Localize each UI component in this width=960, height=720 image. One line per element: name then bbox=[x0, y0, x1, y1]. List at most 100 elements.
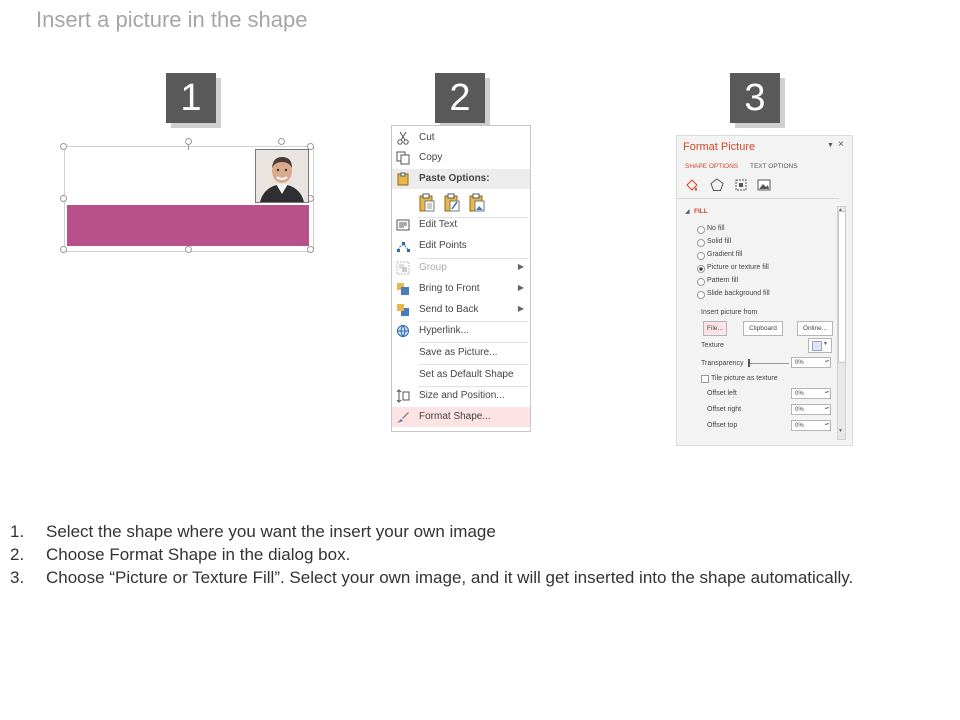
rotation-stem bbox=[188, 145, 189, 150]
transparency-label: Transparency bbox=[701, 360, 744, 367]
list-item: 2. Choose Format Shape in the dialog box. bbox=[10, 545, 853, 568]
insert-picture-from-label: Insert picture from bbox=[701, 309, 758, 316]
menu-item-hyperlink[interactable]: Hyperlink... bbox=[392, 321, 530, 341]
texture-label: Texture bbox=[701, 342, 724, 349]
offset-left-spinner[interactable]: 0% bbox=[791, 388, 831, 399]
format-picture-pane: Format Picture ▼ × SHAPE OPTIONS TEXT OP… bbox=[676, 135, 853, 446]
list-item: 1. Select the shape where you want the in… bbox=[10, 522, 853, 545]
bring-to-front-label: Bring to Front bbox=[419, 283, 480, 294]
tab-shape-options[interactable]: SHAPE OPTIONS bbox=[685, 163, 738, 170]
gradient-fill-label: Gradient fill bbox=[707, 251, 743, 258]
text-box-icon bbox=[396, 218, 410, 232]
resize-handle-bottom[interactable] bbox=[185, 246, 192, 253]
rotation-handle[interactable] bbox=[185, 138, 192, 145]
transparency-slider-thumb[interactable] bbox=[748, 359, 750, 367]
effects-pentagon-icon[interactable] bbox=[710, 178, 724, 194]
menu-item-copy[interactable]: Copy bbox=[392, 148, 530, 168]
submenu-arrow-icon: ▶ bbox=[517, 304, 524, 313]
radio-picture-texture-fill[interactable] bbox=[697, 265, 705, 273]
menu-item-bring-to-front[interactable]: Bring to Front ▶ bbox=[392, 279, 530, 299]
hyperlink-globe-icon bbox=[396, 324, 410, 338]
submenu-arrow-icon: ▶ bbox=[517, 262, 524, 271]
menu-item-save-as-picture[interactable]: Save as Picture... bbox=[392, 343, 530, 363]
texture-swatch-icon bbox=[812, 341, 822, 351]
pane-title: Format Picture bbox=[683, 141, 756, 153]
edit-points-icon bbox=[396, 239, 410, 253]
transparency-slider-track[interactable] bbox=[749, 363, 789, 364]
offset-right-spinner[interactable]: 0% bbox=[791, 404, 831, 415]
size-properties-icon[interactable] bbox=[734, 178, 748, 194]
picture-rotation-handle[interactable] bbox=[278, 138, 285, 145]
radio-pattern-fill[interactable] bbox=[697, 278, 705, 286]
online-button[interactable]: Online... bbox=[797, 321, 833, 336]
menu-item-cut[interactable]: Cut bbox=[392, 128, 530, 148]
offset-top-spinner[interactable]: 0% bbox=[791, 420, 831, 431]
radio-solid-fill[interactable] bbox=[697, 239, 705, 247]
copy-label: Copy bbox=[419, 152, 443, 163]
slide-background-fill-label: Slide background fill bbox=[707, 290, 770, 297]
menu-item-edit-text[interactable]: Edit Text bbox=[392, 215, 530, 235]
menu-item-group[interactable]: Group ▶ bbox=[392, 258, 530, 278]
radio-no-fill[interactable] bbox=[697, 226, 705, 234]
texture-picker[interactable]: ▼ bbox=[808, 338, 832, 353]
list-item-text: Choose “Picture or Texture Fill”. Select… bbox=[46, 568, 854, 587]
paste-options-label: Paste Options: bbox=[419, 173, 490, 184]
offset-right-label: Offset right bbox=[707, 406, 742, 413]
edit-points-label: Edit Points bbox=[419, 240, 467, 251]
pink-shape[interactable] bbox=[67, 205, 309, 246]
list-item: 3. Choose “Picture or Texture Fill”. Sele… bbox=[10, 568, 853, 591]
list-item-number: 3. bbox=[10, 568, 25, 587]
list-item-number: 2. bbox=[10, 545, 25, 564]
tile-picture-checkbox[interactable] bbox=[701, 375, 709, 383]
paste-keep-source-formatting-icon[interactable] bbox=[443, 193, 461, 213]
menu-paste-options-header: Paste Options: bbox=[392, 169, 530, 189]
scroll-down-icon[interactable]: ▼ bbox=[838, 428, 843, 434]
clipboard-icon bbox=[396, 172, 410, 186]
set-default-shape-label: Set as Default Shape bbox=[419, 369, 514, 380]
group-icon bbox=[396, 261, 410, 275]
send-to-back-icon bbox=[396, 303, 410, 317]
resize-handle-bottom-right[interactable] bbox=[307, 246, 314, 253]
fill-line-icon[interactable] bbox=[685, 178, 699, 194]
save-as-picture-label: Save as Picture... bbox=[419, 347, 498, 358]
pane-divider bbox=[677, 198, 839, 199]
scrollbar-thumb[interactable] bbox=[838, 211, 846, 363]
menu-item-edit-points[interactable]: Edit Points bbox=[392, 236, 530, 256]
radio-slide-background-fill[interactable] bbox=[697, 291, 705, 299]
transparency-spinner[interactable]: 0% bbox=[791, 357, 831, 368]
edit-text-label: Edit Text bbox=[419, 219, 458, 230]
instruction-list: 1. Select the shape where you want the in… bbox=[10, 522, 853, 591]
solid-fill-label: Solid fill bbox=[707, 238, 732, 245]
resize-handle-top-left[interactable] bbox=[60, 143, 67, 150]
file-button[interactable]: File... bbox=[703, 321, 727, 336]
picture-icon[interactable] bbox=[757, 178, 771, 194]
menu-item-size-and-position[interactable]: Size and Position... bbox=[392, 386, 530, 406]
fill-collapse-icon[interactable]: ◢ bbox=[685, 208, 690, 215]
picture-texture-fill-label: Picture or texture fill bbox=[707, 264, 769, 271]
step-badge-2: 2 bbox=[435, 73, 485, 123]
tab-text-options[interactable]: TEXT OPTIONS bbox=[750, 163, 798, 170]
menu-item-format-shape[interactable]: Format Shape... bbox=[392, 407, 530, 427]
radio-gradient-fill[interactable] bbox=[697, 252, 705, 260]
offset-left-label: Offset left bbox=[707, 390, 737, 397]
resize-handle-bottom-left[interactable] bbox=[60, 246, 67, 253]
submenu-arrow-icon: ▶ bbox=[517, 283, 524, 292]
chevron-down-icon: ▼ bbox=[823, 341, 828, 347]
paste-picture-icon[interactable] bbox=[468, 193, 486, 213]
tile-picture-label: Tile picture as texture bbox=[711, 375, 778, 382]
group-label: Group bbox=[419, 262, 447, 273]
pane-options-dropdown-icon[interactable]: ▼ bbox=[827, 142, 834, 149]
resize-handle-left[interactable] bbox=[60, 195, 67, 202]
bring-to-front-icon bbox=[396, 282, 410, 296]
menu-item-send-to-back[interactable]: Send to Back ▶ bbox=[392, 300, 530, 320]
context-menu: Cut Copy Paste Options: Edit Text Edit P… bbox=[391, 125, 531, 432]
clipboard-button[interactable]: Clipboard bbox=[743, 321, 783, 336]
close-icon[interactable]: × bbox=[838, 139, 844, 150]
paste-use-destination-theme-icon[interactable] bbox=[418, 193, 436, 213]
format-shape-label: Format Shape... bbox=[419, 411, 491, 422]
offset-top-label: Offset top bbox=[707, 422, 738, 429]
menu-item-set-default-shape[interactable]: Set as Default Shape bbox=[392, 365, 530, 385]
fill-section-header[interactable]: FILL bbox=[694, 208, 708, 215]
list-item-number: 1. bbox=[10, 522, 25, 541]
scissors-icon bbox=[396, 131, 410, 145]
